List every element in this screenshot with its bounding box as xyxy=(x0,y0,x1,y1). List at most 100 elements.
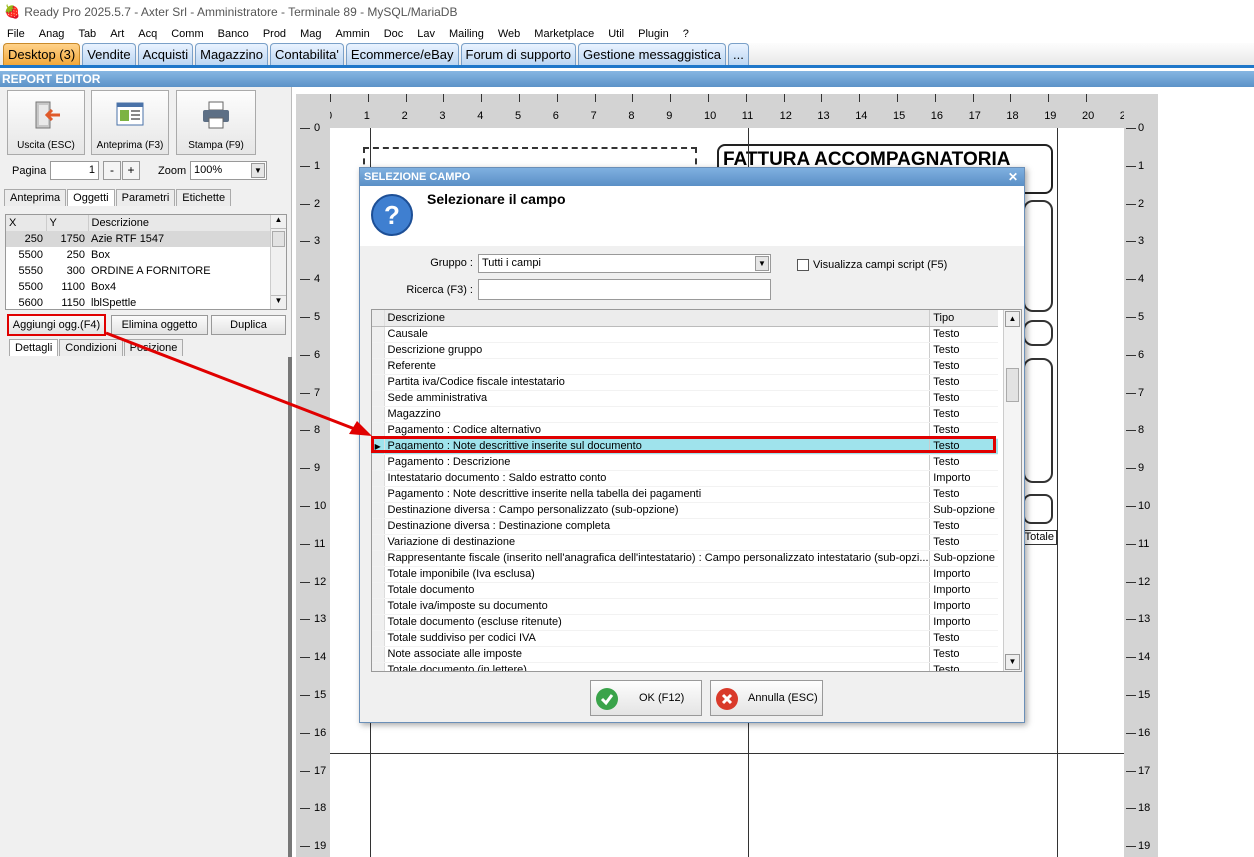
left-tabs: Anteprima Oggetti Parametri Etichette xyxy=(4,189,232,206)
list-item[interactable]: Pagamento : Note descrittive inserite ne… xyxy=(372,486,998,503)
scroll-up-icon[interactable]: ▲ xyxy=(1005,311,1020,327)
field-desc: Partita iva/Codice fiscale intestatario xyxy=(384,374,930,391)
script-fields-checkbox[interactable] xyxy=(797,259,809,271)
list-item[interactable]: Partita iva/Codice fiscale intestatario T… xyxy=(372,374,998,391)
menu-anag[interactable]: Anag xyxy=(32,28,72,40)
menu-mailing[interactable]: Mailing xyxy=(442,28,491,40)
field-desc: Totale suddiviso per codici IVA xyxy=(384,630,930,647)
print-button[interactable]: Stampa (F9) xyxy=(176,90,256,155)
preview-button[interactable]: Anteprima (F3) xyxy=(91,90,169,155)
ruler-tick xyxy=(300,581,310,583)
menu-comm[interactable]: Comm xyxy=(164,28,210,40)
row-gutter xyxy=(372,630,385,647)
menu-web[interactable]: Web xyxy=(491,28,527,40)
ruler-number: 16 xyxy=(314,726,327,739)
chevron-down-icon: ▼ xyxy=(251,163,265,178)
list-item[interactable]: Totale documento (in lettere) Testo xyxy=(372,662,998,671)
list-item[interactable]: Variazione di destinazione Testo xyxy=(372,534,998,551)
menu-util[interactable]: Util xyxy=(601,28,631,40)
fields-scrollbar[interactable]: ▲ ▼ xyxy=(1003,310,1021,671)
cancel-button[interactable]: Annulla (ESC) xyxy=(710,680,823,716)
list-item[interactable]: Note associate alle imposte Testo xyxy=(372,646,998,663)
list-item[interactable]: Magazzino Testo xyxy=(372,406,998,423)
tab-forum[interactable]: Forum di supporto xyxy=(460,43,576,65)
menu-doc[interactable]: Doc xyxy=(377,28,411,40)
page-input[interactable]: 1 xyxy=(50,161,99,180)
search-input[interactable] xyxy=(478,279,771,300)
tab-etichette[interactable]: Etichette xyxy=(176,189,232,206)
tab-more[interactable]: ... xyxy=(728,43,749,65)
table-row[interactable]: 5600 1150 lblSpettle xyxy=(6,295,272,309)
ok-button[interactable]: OK (F12) xyxy=(590,680,702,716)
tab-condizioni[interactable]: Condizioni xyxy=(59,339,123,356)
menu-mag[interactable]: Mag xyxy=(293,28,328,40)
tab-parametri[interactable]: Parametri xyxy=(115,189,176,206)
delete-object-button[interactable]: Elimina oggetto xyxy=(111,315,208,335)
tab-posizione[interactable]: Posizione xyxy=(123,339,184,356)
menu-art[interactable]: Art xyxy=(103,28,131,40)
zoom-select[interactable]: 100% ▼ xyxy=(190,161,267,180)
menu-help[interactable]: ? xyxy=(676,28,696,40)
table-row[interactable]: 5500 250 Box xyxy=(6,247,272,263)
menu-acq[interactable]: Acq xyxy=(131,28,164,40)
ruler-tick xyxy=(300,808,310,810)
table-row[interactable]: 5550 300 ORDINE A FORNITORE xyxy=(6,263,272,279)
scroll-thumb[interactable] xyxy=(272,231,285,247)
list-item[interactable]: Rappresentante fiscale (inserito nell'an… xyxy=(372,550,998,567)
list-item[interactable]: Totale iva/imposte su documento Importo xyxy=(372,598,998,615)
list-item[interactable]: Pagamento : Descrizione Testo xyxy=(372,454,998,471)
dialog-title-text: SELEZIONE CAMPO xyxy=(364,171,471,183)
title-bar: 🍓 Ready Pro 2025.5.7 - Axter Srl - Ammin… xyxy=(0,0,1254,24)
tab-acquisti[interactable]: Acquisti xyxy=(137,43,194,65)
list-item[interactable]: Intestatario documento : Saldo estratto … xyxy=(372,470,998,487)
menu-marketplace[interactable]: Marketplace xyxy=(527,28,601,40)
list-item[interactable]: Causale Testo xyxy=(372,326,998,343)
tab-dettagli[interactable]: Dettagli xyxy=(9,339,59,356)
scroll-thumb[interactable] xyxy=(1006,368,1019,402)
duplicate-button[interactable]: Duplica xyxy=(211,315,286,335)
menu-tab[interactable]: Tab xyxy=(71,28,103,40)
list-item[interactable]: Totale imponibile (Iva esclusa) Importo xyxy=(372,566,998,583)
page-plus-button[interactable]: + xyxy=(122,161,140,180)
list-item[interactable]: Referente Testo xyxy=(372,358,998,375)
menu-lav[interactable]: Lav xyxy=(410,28,442,40)
list-item[interactable]: Destinazione diversa : Campo personalizz… xyxy=(372,502,998,519)
list-item[interactable]: Destinazione diversa : Destinazione comp… xyxy=(372,518,998,535)
tab-contabilita[interactable]: Contabilita' xyxy=(269,43,344,65)
group-select[interactable]: Tutti i campi ▼ xyxy=(478,254,771,273)
menu-file[interactable]: File xyxy=(0,28,32,40)
destination-box[interactable] xyxy=(1023,358,1053,483)
menu-plugin[interactable]: Plugin xyxy=(631,28,676,40)
page-minus-button[interactable]: - xyxy=(103,161,121,180)
panel-splitter[interactable] xyxy=(288,357,292,857)
close-icon[interactable]: ✕ xyxy=(1008,168,1018,186)
ruler-number: 16 xyxy=(1138,726,1151,739)
objects-scrollbar[interactable]: ▲ ▼ xyxy=(270,215,286,309)
tab-magazzino[interactable]: Magazzino xyxy=(195,43,268,65)
tab-desktop[interactable]: Desktop (3) xyxy=(3,43,81,65)
list-item[interactable]: Totale documento (escluse ritenute) Impor… xyxy=(372,614,998,631)
list-item[interactable]: Descrizione gruppo Testo xyxy=(372,342,998,359)
menu-prod[interactable]: Prod xyxy=(256,28,293,40)
tab-oggetti[interactable]: Oggetti xyxy=(67,189,115,206)
tab-vendite[interactable]: Vendite xyxy=(82,43,136,65)
list-item[interactable]: Totale documento Importo xyxy=(372,582,998,599)
field-type: Importo xyxy=(929,566,998,583)
scroll-up-icon[interactable]: ▲ xyxy=(271,215,286,229)
info-box[interactable] xyxy=(1023,494,1053,524)
table-row[interactable]: 5500 1100 Box4 xyxy=(6,279,272,295)
exit-button[interactable]: Uscita (ESC) xyxy=(7,90,85,155)
menu-banco[interactable]: Banco xyxy=(211,28,256,40)
ruler-number: 7 xyxy=(590,110,597,122)
list-item[interactable]: Sede amministrativa Testo xyxy=(372,390,998,407)
small-box[interactable] xyxy=(1023,320,1053,346)
address-box[interactable] xyxy=(1023,200,1053,312)
scroll-down-icon[interactable]: ▼ xyxy=(271,295,286,309)
menu-ammin[interactable]: Ammin xyxy=(328,28,376,40)
tab-anteprima[interactable]: Anteprima xyxy=(4,189,67,206)
table-row[interactable]: 250 1750 Azie RTF 1547 xyxy=(6,231,272,247)
list-item[interactable]: Totale suddiviso per codici IVA Testo xyxy=(372,630,998,647)
tab-messaggistica[interactable]: Gestione messaggistica xyxy=(578,43,727,65)
scroll-down-icon[interactable]: ▼ xyxy=(1005,654,1020,670)
tab-ecommerce[interactable]: Ecommerce/eBay xyxy=(345,43,459,65)
